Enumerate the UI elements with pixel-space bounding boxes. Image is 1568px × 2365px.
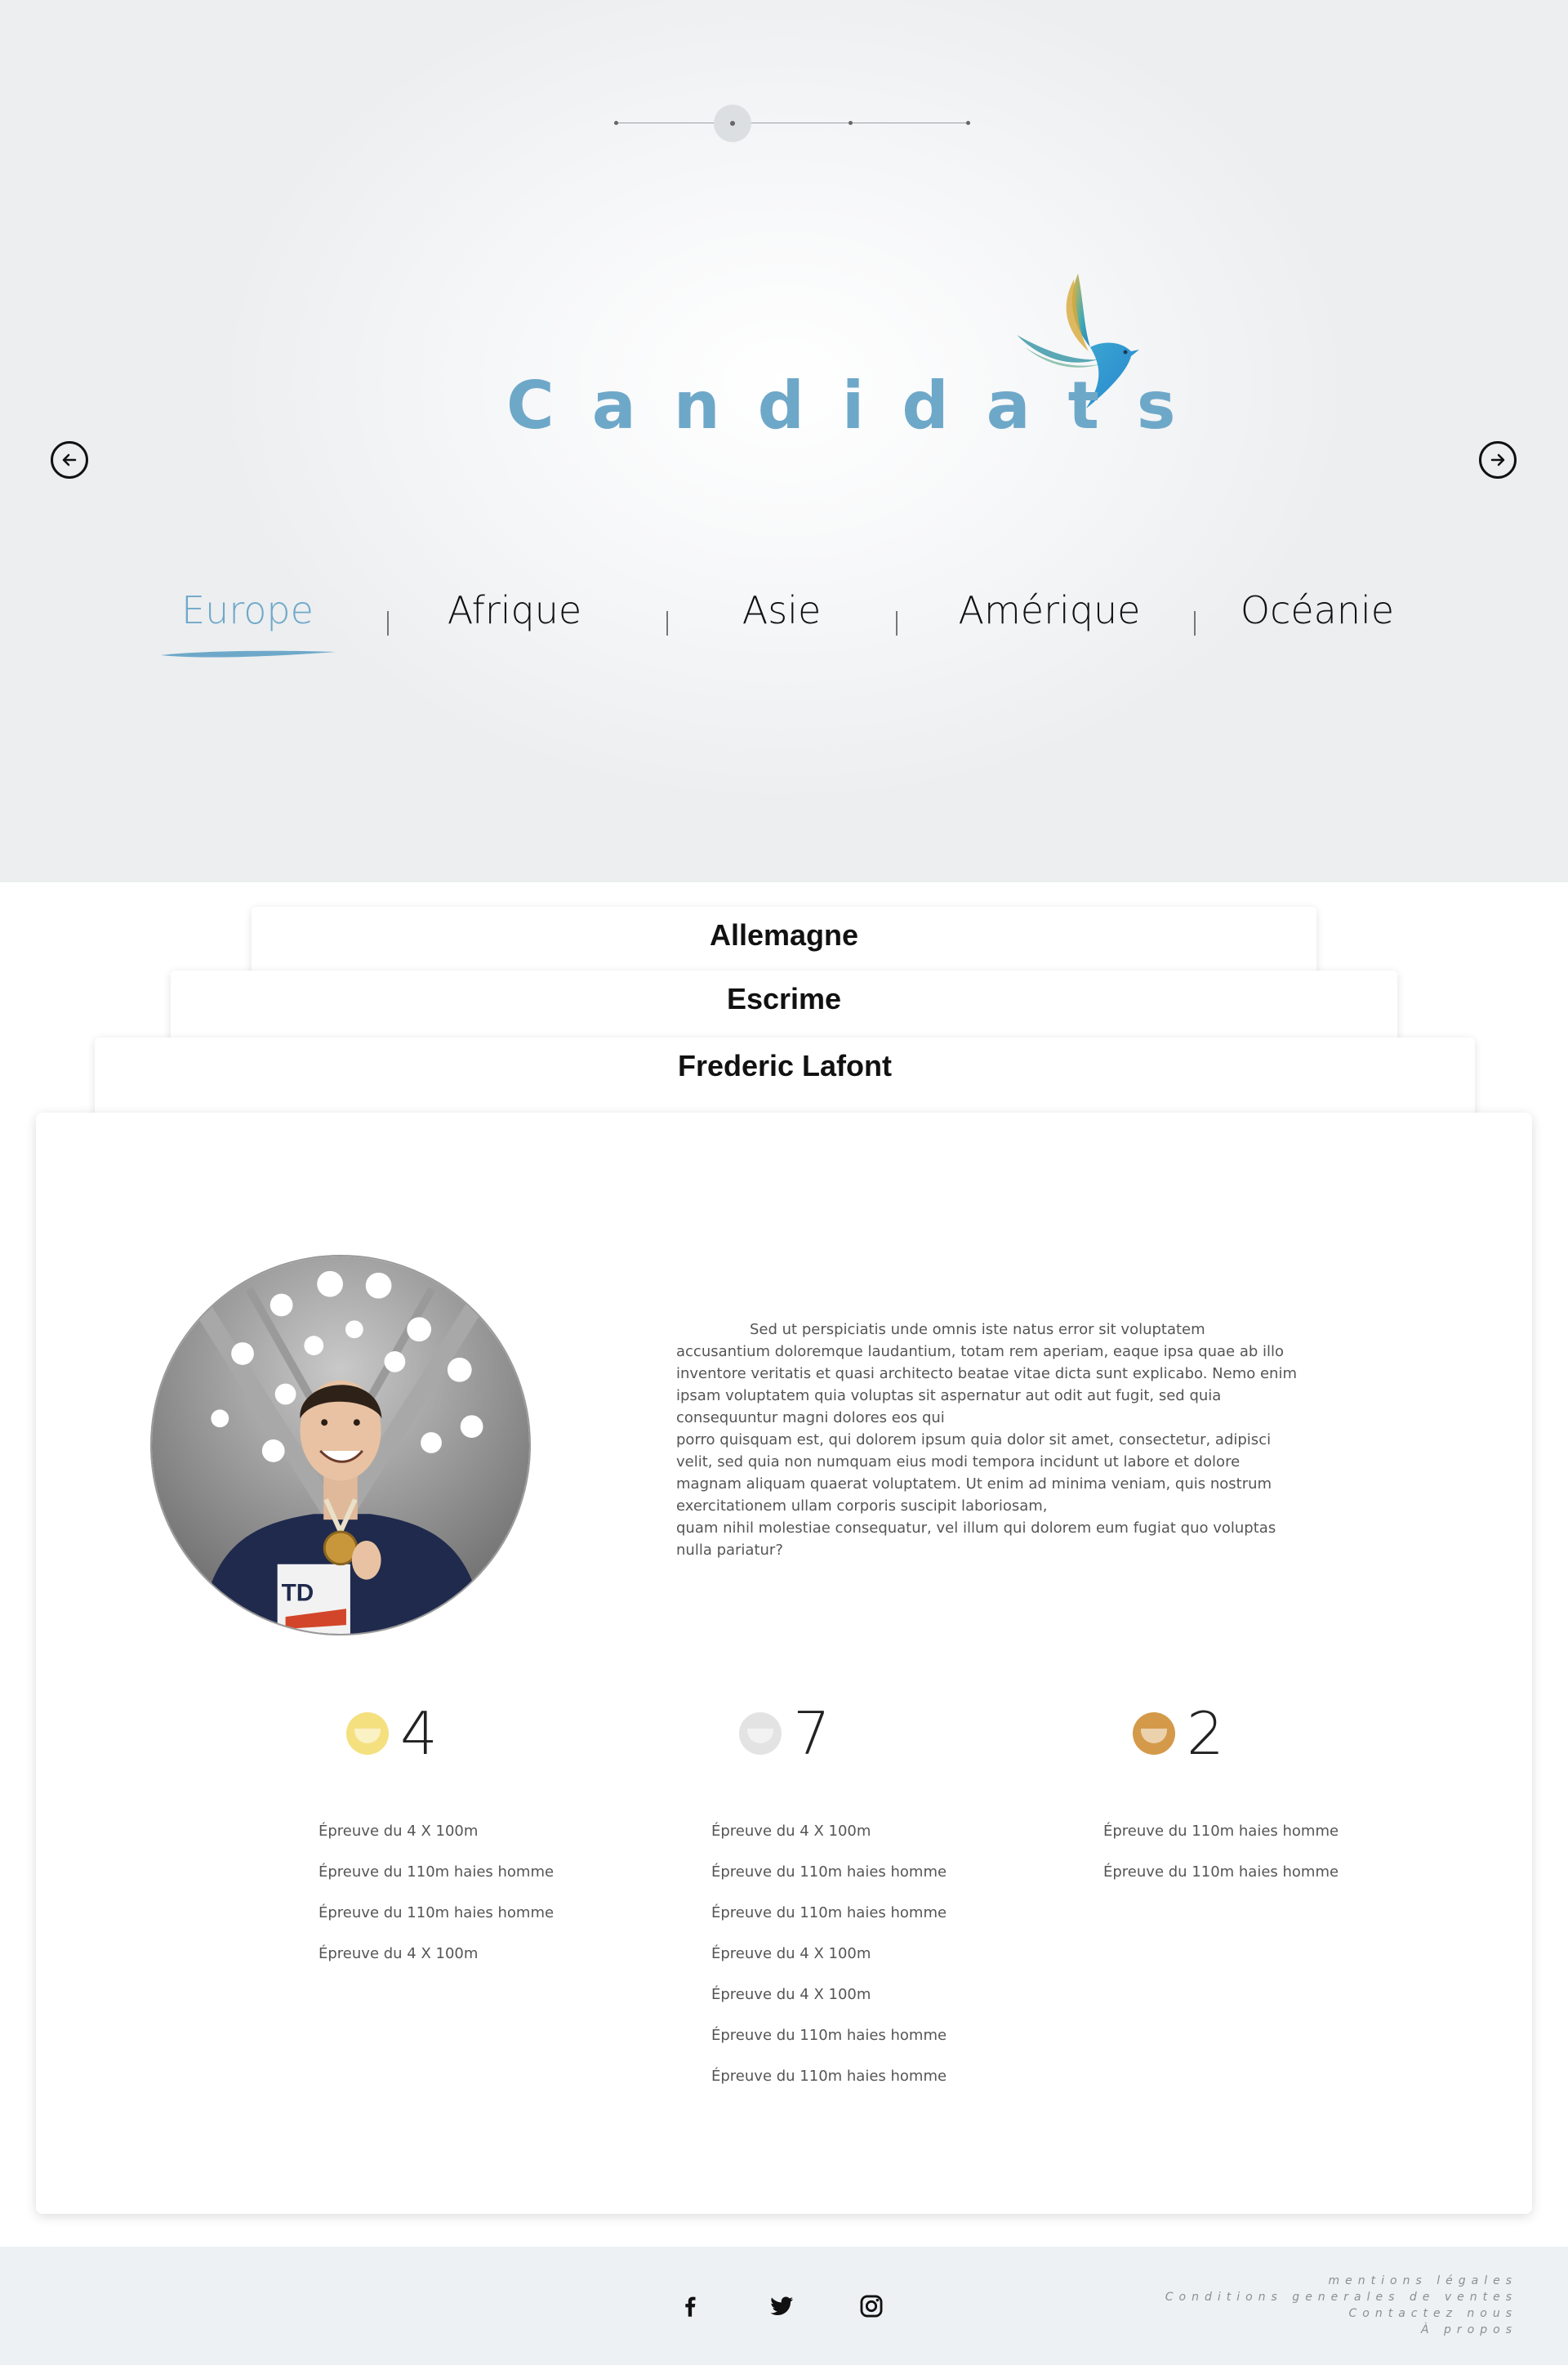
gold-events-list: Épreuve du 4 X 100m Épreuve du 110m haie… (318, 1823, 554, 1987)
prev-button[interactable] (51, 441, 88, 479)
instagram-link[interactable] (854, 2289, 889, 2323)
footer-links: mentions légales Conditions generales de… (1165, 2273, 1517, 2338)
gold-medal-summary: 4 (346, 1701, 438, 1766)
bronze-medal-summary: 2 (1133, 1701, 1224, 1766)
gold-medal-icon (346, 1712, 389, 1755)
event-item: Épreuve du 4 X 100m (318, 1823, 479, 1840)
tab-oceanie[interactable]: Océanie (1241, 588, 1394, 632)
next-button[interactable] (1479, 441, 1517, 479)
svg-text:TD: TD (282, 1579, 314, 1606)
footer-link-legal[interactable]: mentions légales (1165, 2273, 1517, 2289)
tab-separator (666, 611, 668, 636)
athlete-photo: TD (150, 1255, 531, 1635)
footer-link-contact[interactable]: Contactez nous (1165, 2305, 1517, 2322)
tab-separator (1194, 611, 1196, 636)
arrow-right-icon (1490, 453, 1505, 466)
event-item: Épreuve du 4 X 100m (711, 1823, 871, 1840)
footer-link-terms[interactable]: Conditions generales de ventes (1165, 2289, 1517, 2305)
tab-europe[interactable]: Europe (181, 588, 314, 632)
bio-paragraph: quam nihil molestiae consequatur, vel il… (676, 1519, 1276, 1559)
silver-events-list: Épreuve du 4 X 100m Épreuve du 110m haie… (711, 1823, 947, 2109)
event-item: Épreuve du 110m haies homme (318, 1904, 555, 1921)
tab-asie[interactable]: Asie (742, 588, 822, 632)
silver-medal-count: 7 (793, 1699, 831, 1768)
arrow-left-icon (62, 453, 77, 466)
twitter-icon (770, 2296, 794, 2316)
event-item: Épreuve du 110m haies homme (711, 1904, 947, 1921)
athlete-detail-card: TD Sed ut perspiciatis unde omnis iste n… (36, 1113, 1532, 2214)
silver-medal-summary: 7 (739, 1701, 831, 1766)
twitter-link[interactable] (764, 2289, 799, 2323)
event-item: Épreuve du 110m haies homme (1103, 1863, 1339, 1881)
carousel-stepper[interactable] (614, 105, 970, 142)
footer: mentions légales Conditions generales de… (0, 2247, 1568, 2365)
facebook-link[interactable] (673, 2289, 707, 2323)
athlete-photo-image: TD (152, 1256, 529, 1634)
facebook-icon (685, 2296, 696, 2317)
event-item: Épreuve du 110m haies homme (1103, 1823, 1339, 1840)
stepper-dot-4[interactable] (966, 121, 970, 125)
active-tab-underline (161, 650, 336, 658)
tab-afrique[interactable]: Afrique (448, 588, 581, 632)
bronze-medal-count: 2 (1187, 1699, 1224, 1768)
hero-section: Candidats Europe Afrique Asie Amérique O… (0, 0, 1568, 882)
event-item: Épreuve du 4 X 100m (711, 1945, 871, 1962)
region-tabs: Europe Afrique Asie Amérique Océanie (0, 588, 1568, 670)
footer-link-about[interactable]: À propos (1165, 2322, 1517, 2338)
bronze-medal-icon (1133, 1712, 1175, 1755)
gold-medal-count: 4 (400, 1699, 438, 1768)
tab-amerique[interactable]: Amérique (959, 588, 1141, 632)
event-item: Épreuve du 110m haies homme (711, 2027, 947, 2044)
stepper-dot-2-active[interactable] (714, 105, 751, 142)
stepper-dot-3[interactable] (849, 121, 853, 125)
event-item: Épreuve du 110m haies homme (711, 2068, 947, 2085)
event-item: Épreuve du 110m haies homme (711, 1863, 947, 1881)
athlete-bio: Sed ut perspiciatis unde omnis iste natu… (676, 1319, 1297, 1561)
event-item: Épreuve du 4 X 100m (318, 1945, 479, 1962)
bio-paragraph: porro quisquam est, qui dolorem ipsum qu… (676, 1431, 1272, 1515)
instagram-icon (860, 2295, 883, 2318)
tab-separator (896, 611, 898, 636)
tab-separator (387, 611, 389, 636)
stepper-dot-1[interactable] (614, 121, 618, 125)
event-item: Épreuve du 110m haies homme (318, 1863, 555, 1881)
bio-paragraph: Sed ut perspiciatis unde omnis iste natu… (676, 1321, 1297, 1426)
event-item: Épreuve du 4 X 100m (711, 1986, 871, 2003)
silver-medal-icon (739, 1712, 782, 1755)
page-title: Candidats (506, 368, 1214, 444)
bronze-events-list: Épreuve du 110m haies homme Épreuve du 1… (1103, 1823, 1339, 1905)
